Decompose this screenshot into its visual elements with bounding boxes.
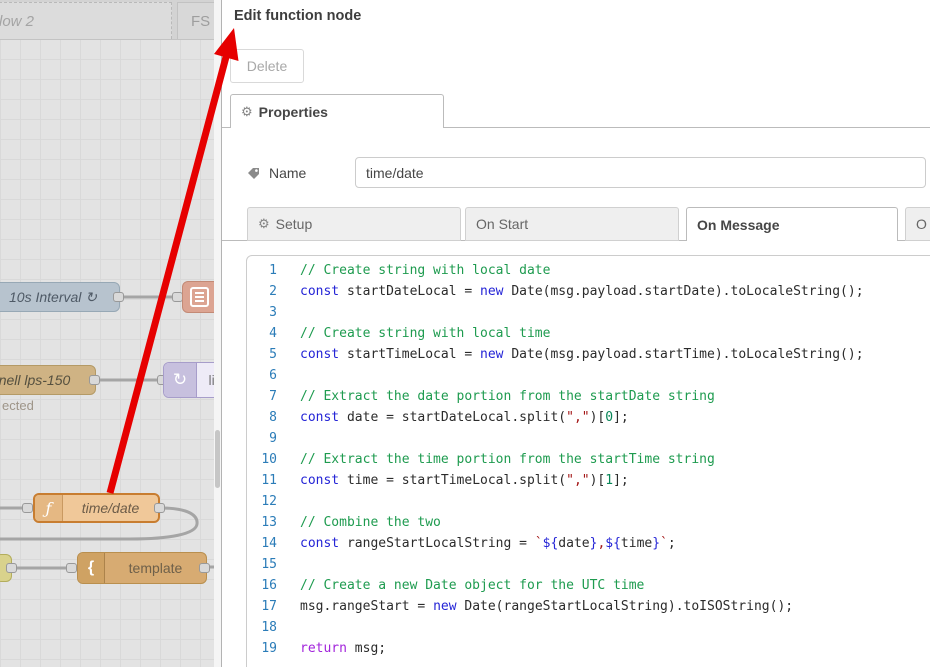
delay-node-label: lin [197,372,214,388]
function-output-port[interactable] [154,503,165,513]
function-node[interactable]: ƒ time/date [33,493,160,523]
template-node[interactable]: { template [77,552,207,584]
code-line: 6 [247,365,930,386]
inject-output-port[interactable] [113,292,124,302]
line-number: 13 [247,512,287,533]
line-number: 6 [247,365,287,386]
serial-status-text: ected [2,398,34,413]
code-line: 19return msg; [247,638,930,659]
template-icon: { [78,553,105,583]
line-number: 9 [247,428,287,449]
delay-node[interactable]: ↻ lin [163,362,214,398]
tab-properties[interactable]: ⚙ Properties [230,94,444,128]
line-number: 15 [247,554,287,575]
flow-tab-label: FS [191,13,210,30]
code-line: 8const date = startDateLocal.split(",")[… [247,407,930,428]
code-line: 4// Create string with local time [247,323,930,344]
delete-button[interactable]: Delete [230,49,304,83]
tab-on-start[interactable]: On Start [465,207,679,241]
code-editor[interactable]: 1// Create string with local date2const … [246,255,930,667]
line-number: 8 [247,407,287,428]
line-number: 7 [247,386,287,407]
gear-icon: ⚙ [258,216,270,232]
line-number: 19 [247,638,287,659]
tab-on-stop-label: O [916,216,927,232]
tab-on-stop[interactable]: O [905,207,930,241]
tab-properties-label: Properties [259,104,328,120]
inject-node-label: 10s Interval ↻ [0,289,119,306]
delay-icon: ↻ [164,363,197,397]
flow-tab-fs[interactable]: FS [177,2,214,39]
tab-on-message-label: On Message [697,217,779,233]
code-line: 9 [247,428,930,449]
code-line: 16// Create a new Date object for the UT… [247,575,930,596]
edit-function-dialog: Edit function node Delete ⚙ Properties N… [221,0,930,667]
flow-workspace[interactable]: low 2 FS 10s Interval ↻ knell lps-150 ec… [0,0,214,667]
line-number: 1 [247,260,287,281]
tab-on-start-label: On Start [476,216,528,232]
line-number: 3 [247,302,287,323]
code-line: 10// Extract the time portion from the s… [247,449,930,470]
tab-on-message[interactable]: On Message [686,207,898,241]
line-number: 14 [247,533,287,554]
template-input-port[interactable] [66,563,77,573]
workspace-scrollbar-thumb[interactable] [215,430,220,488]
code-line: 5const startTimeLocal = new Date(msg.pay… [247,344,930,365]
inject-node[interactable]: 10s Interval ↻ [0,282,120,312]
edge-node-output-port[interactable] [6,563,17,573]
template-node-label: template [105,560,206,576]
code-line: 17msg.rangeStart = new Date(rangeStartLo… [247,596,930,617]
line-number: 11 [247,470,287,491]
line-number: 2 [247,281,287,302]
serial-node-label: knell lps-150 [0,372,95,388]
line-number: 17 [247,596,287,617]
tag-icon [246,166,260,180]
delete-button-label: Delete [247,58,287,74]
line-number: 5 [247,344,287,365]
code-line: 12 [247,491,930,512]
code-line: 11const time = startTimeLocal.split(",")… [247,470,930,491]
template-output-port[interactable] [199,563,210,573]
tab-setup-label: Setup [276,216,313,232]
workspace-scrollbar[interactable] [214,0,221,667]
line-number: 16 [247,575,287,596]
line-number: 18 [247,617,287,638]
serial-output-port[interactable] [89,375,100,385]
code-line: 2const startDateLocal = new Date(msg.pay… [247,281,930,302]
function-icon: ƒ [35,495,63,521]
line-number: 10 [247,449,287,470]
code-line: 13// Combine the two [247,512,930,533]
tab-setup[interactable]: ⚙ Setup [247,207,461,241]
serial-node[interactable]: knell lps-150 [0,365,96,395]
code-line: 15 [247,554,930,575]
gear-icon: ⚙ [241,104,253,120]
line-number: 4 [247,323,287,344]
form-icon [187,286,211,308]
line-number: 12 [247,491,287,512]
code-line: 14const rangeStartLocalString = `${date}… [247,533,930,554]
function-input-port[interactable] [22,503,33,513]
code-line: 7// Extract the date portion from the st… [247,386,930,407]
code-line: 18 [247,617,930,638]
parser-node[interactable] [182,281,214,313]
flow-tab-flow2[interactable]: low 2 [0,2,172,39]
code-line: 3 [247,302,930,323]
function-node-label: time/date [63,500,158,516]
flow-tab-bar: low 2 FS [0,0,214,40]
flow-tab-label: low 2 [0,13,34,30]
code-line: 1// Create string with local date [247,260,930,281]
name-input[interactable] [355,157,926,188]
dialog-title: Edit function node [234,8,361,24]
name-field-label: Name [246,157,306,188]
